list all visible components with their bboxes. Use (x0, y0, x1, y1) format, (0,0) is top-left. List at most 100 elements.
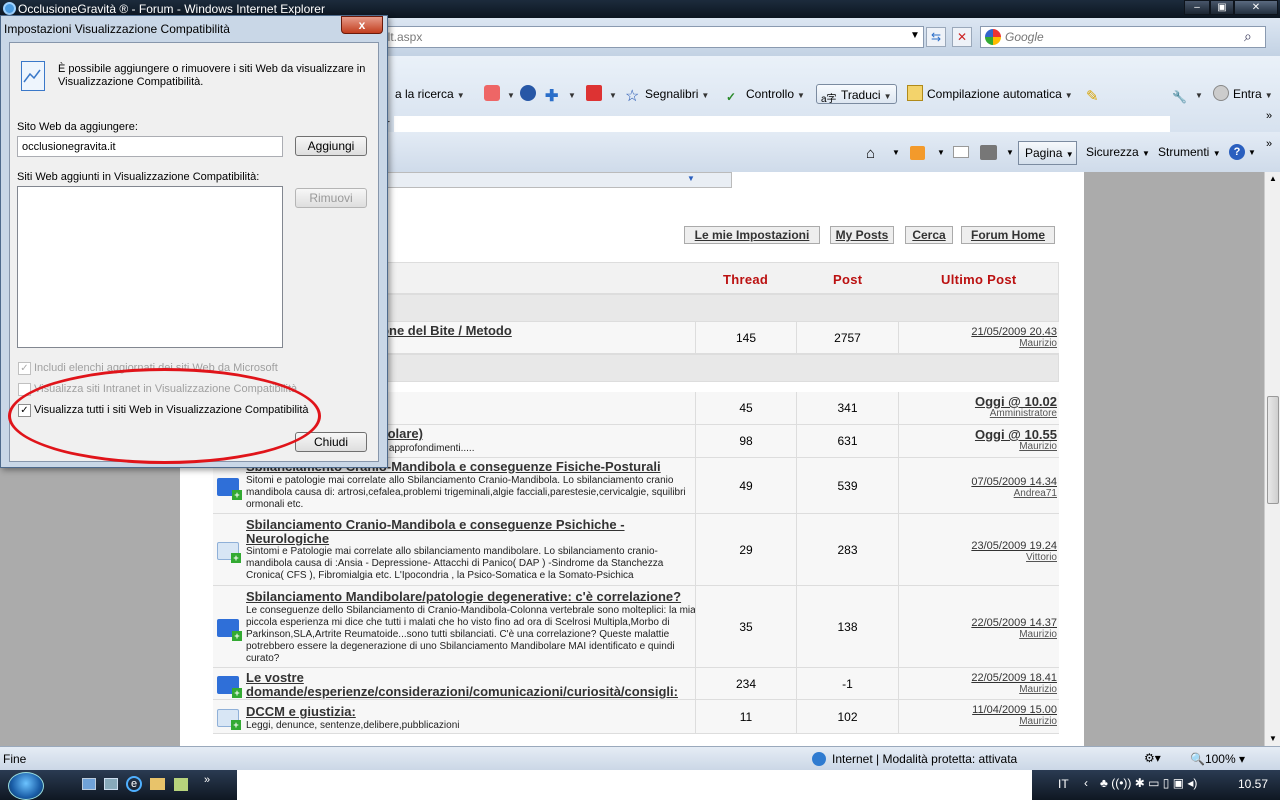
status-text: Fine (3, 752, 27, 766)
security-menu-button[interactable]: Sicurezza ▼ (1086, 145, 1150, 159)
last-post-date[interactable]: Oggi @ 10.02 (975, 395, 1057, 408)
quicklaunch-overflow-icon[interactable]: » (204, 774, 210, 786)
forum-folder-icon (217, 478, 242, 500)
address-dropdown-icon[interactable]: ▼ (910, 30, 920, 41)
last-post-date[interactable]: 11/04/2009 15.00 (972, 704, 1057, 716)
search-input[interactable]: Google (980, 26, 1266, 48)
tray-expand-icon[interactable]: ‹ (1084, 776, 1088, 790)
vertical-scrollbar[interactable]: ▲ ▼ (1264, 172, 1280, 746)
last-post-user[interactable]: Maurizio (972, 716, 1057, 728)
toolbar-pen-button[interactable]: ✎ (1086, 84, 1106, 105)
signin-icon (1213, 85, 1229, 101)
toolbar-check-button[interactable]: ✓ Controllo ▼ (726, 84, 805, 104)
language-indicator[interactable]: IT (1058, 777, 1069, 791)
last-post-date[interactable]: Oggi @ 10.55 (975, 428, 1057, 441)
toolbar-plus-button[interactable]: ✚ ▼ (545, 84, 576, 105)
last-post-user[interactable]: Andrea71 (971, 488, 1057, 500)
last-post-user[interactable]: Maurizio (971, 684, 1057, 696)
start-button[interactable] (8, 772, 44, 800)
last-post-user[interactable]: Maurizio (975, 441, 1057, 453)
clock[interactable]: 10.57 (1238, 777, 1268, 791)
forum-link-myposts[interactable]: My Posts (830, 226, 894, 244)
home-icon[interactable]: ⌂ (866, 145, 875, 162)
last-post-date[interactable]: 07/05/2009 14.34 (971, 476, 1057, 488)
table-row: Le vostre domande/esperienze/considerazi… (213, 668, 1059, 700)
switch-windows-icon[interactable] (104, 778, 118, 790)
checkbox-microsoft-lists[interactable]: ✓ (18, 362, 31, 375)
close-button[interactable]: Chiudi (295, 432, 367, 452)
toolbar-bookmarks-button[interactable]: ☆ Segnalibri ▼ (625, 84, 709, 105)
print-dropdown-icon[interactable]: ▼ (1006, 148, 1014, 157)
post-count: 539 (796, 458, 898, 513)
close-window-button[interactable]: ✕ (1234, 0, 1278, 15)
refresh-icon[interactable]: ⇆ (926, 27, 946, 47)
command-overflow-icon[interactable]: » (1266, 138, 1272, 150)
help-dropdown-icon[interactable]: ▼ (1248, 148, 1256, 157)
help-icon[interactable]: ? (1229, 144, 1245, 160)
dialog-close-button[interactable]: x (341, 16, 383, 34)
toolbar-search-button[interactable]: a la ricerca ▼ (395, 84, 465, 104)
rss-icon[interactable] (910, 146, 925, 160)
maximize-button[interactable]: ▣ (1210, 0, 1234, 15)
scrollbar-thumb[interactable] (1267, 396, 1279, 504)
toolbar-autofill-button[interactable]: Compilazione automatica ▼ (907, 84, 1073, 104)
checkbox-intranet[interactable] (18, 383, 31, 396)
toolbar-translate-button[interactable]: a字 Traduci ▼ (816, 84, 897, 105)
last-post-user[interactable]: Vittorio (971, 552, 1057, 564)
forum-title-link[interactable]: DCCM e giustizia: (246, 705, 696, 719)
last-post-user[interactable]: Amministratore (975, 408, 1057, 420)
last-post-date[interactable]: 23/05/2009 19.24 (971, 540, 1057, 552)
page-menu-label: Pagina (1025, 146, 1063, 160)
popup-blocker-icon (586, 85, 602, 101)
star-icon: ☆ (625, 88, 640, 105)
toolbar-settings-button[interactable]: 🔧 ▼ (1172, 84, 1203, 104)
scroll-down-icon[interactable]: ▼ (1269, 734, 1277, 743)
ie-quicklaunch-icon[interactable]: e (126, 776, 142, 792)
post-count: 283 (796, 514, 898, 585)
app-quicklaunch-icon[interactable] (174, 778, 188, 791)
remove-button[interactable]: Rimuovi (295, 188, 367, 208)
added-sites-list[interactable] (17, 186, 283, 348)
zoom-control[interactable]: 🔍100% ▾ (1190, 752, 1245, 766)
toolbar-overflow-icon[interactable]: » (1266, 110, 1272, 122)
mail-icon[interactable] (953, 146, 969, 158)
forum-title-link[interactable]: Le vostre domande/esperienze/considerazi… (246, 671, 696, 699)
show-desktop-icon[interactable] (82, 778, 96, 790)
translate-label: Traduci (841, 88, 881, 102)
toolbar-popup-button[interactable]: ▼ (586, 84, 617, 104)
last-post-user[interactable]: Maurizio (971, 629, 1057, 641)
add-button[interactable]: Aggiungi (295, 136, 367, 156)
protected-mode-icon[interactable]: ⚙▾ (1144, 751, 1161, 765)
toolbar-globe-button[interactable] (520, 84, 540, 104)
page-menu-button[interactable]: Pagina ▼ (1018, 141, 1077, 165)
forum-title-link[interactable]: Sbilanciamento Cranio-Mandibola e conseg… (246, 518, 696, 546)
search-icon[interactable]: ⌕ (1244, 28, 1252, 45)
post-count: -1 (796, 668, 898, 699)
checkbox-all-sites[interactable]: ✓ (18, 404, 31, 417)
rss-dropdown-icon[interactable]: ▼ (937, 148, 945, 157)
last-post-date[interactable]: 22/05/2009 14.37 (971, 617, 1057, 629)
scroll-up-icon[interactable]: ▲ (1269, 174, 1277, 183)
forum-title-link[interactable]: Sbilanciamento Mandibolare/patologie deg… (246, 590, 696, 604)
last-post-date[interactable]: 21/05/2009 20.43 (971, 326, 1057, 338)
print-icon[interactable] (980, 145, 997, 160)
zone-status: Internet | Modalità protetta: attivata (832, 752, 1018, 766)
last-post-user[interactable]: Maurizio (971, 338, 1057, 350)
address-bar[interactable]: ult.aspx (368, 26, 924, 48)
stop-icon[interactable]: ✕ (952, 27, 972, 47)
tray-icons[interactable]: ♣ ((•)) ✱ ▭ ▯ ▣ ◂) (1100, 776, 1197, 790)
last-post-date[interactable]: 22/05/2009 18.41 (971, 672, 1057, 684)
forum-link-search[interactable]: Cerca (905, 226, 953, 244)
checkbox-microsoft-lists-label: Includi elenchi aggiornati dei siti Web … (34, 362, 278, 374)
forum-link-settings[interactable]: Le mie Impostazioni (684, 226, 820, 244)
home-dropdown-icon[interactable]: ▼ (892, 148, 900, 157)
security-menu-label: Sicurezza (1086, 145, 1139, 159)
forum-link-home[interactable]: Forum Home (961, 226, 1055, 244)
tools-menu-button[interactable]: Strumenti ▼ (1158, 145, 1221, 159)
add-site-label: Sito Web da aggiungere: (17, 121, 138, 133)
toolbar-signin-button[interactable]: Entra ▼ (1213, 84, 1273, 104)
add-site-input[interactable] (17, 136, 283, 157)
toolbar-highlight-button[interactable]: ▼ (484, 84, 515, 104)
minimize-button[interactable]: – (1184, 0, 1210, 15)
explorer-quicklaunch-icon[interactable] (150, 778, 165, 790)
